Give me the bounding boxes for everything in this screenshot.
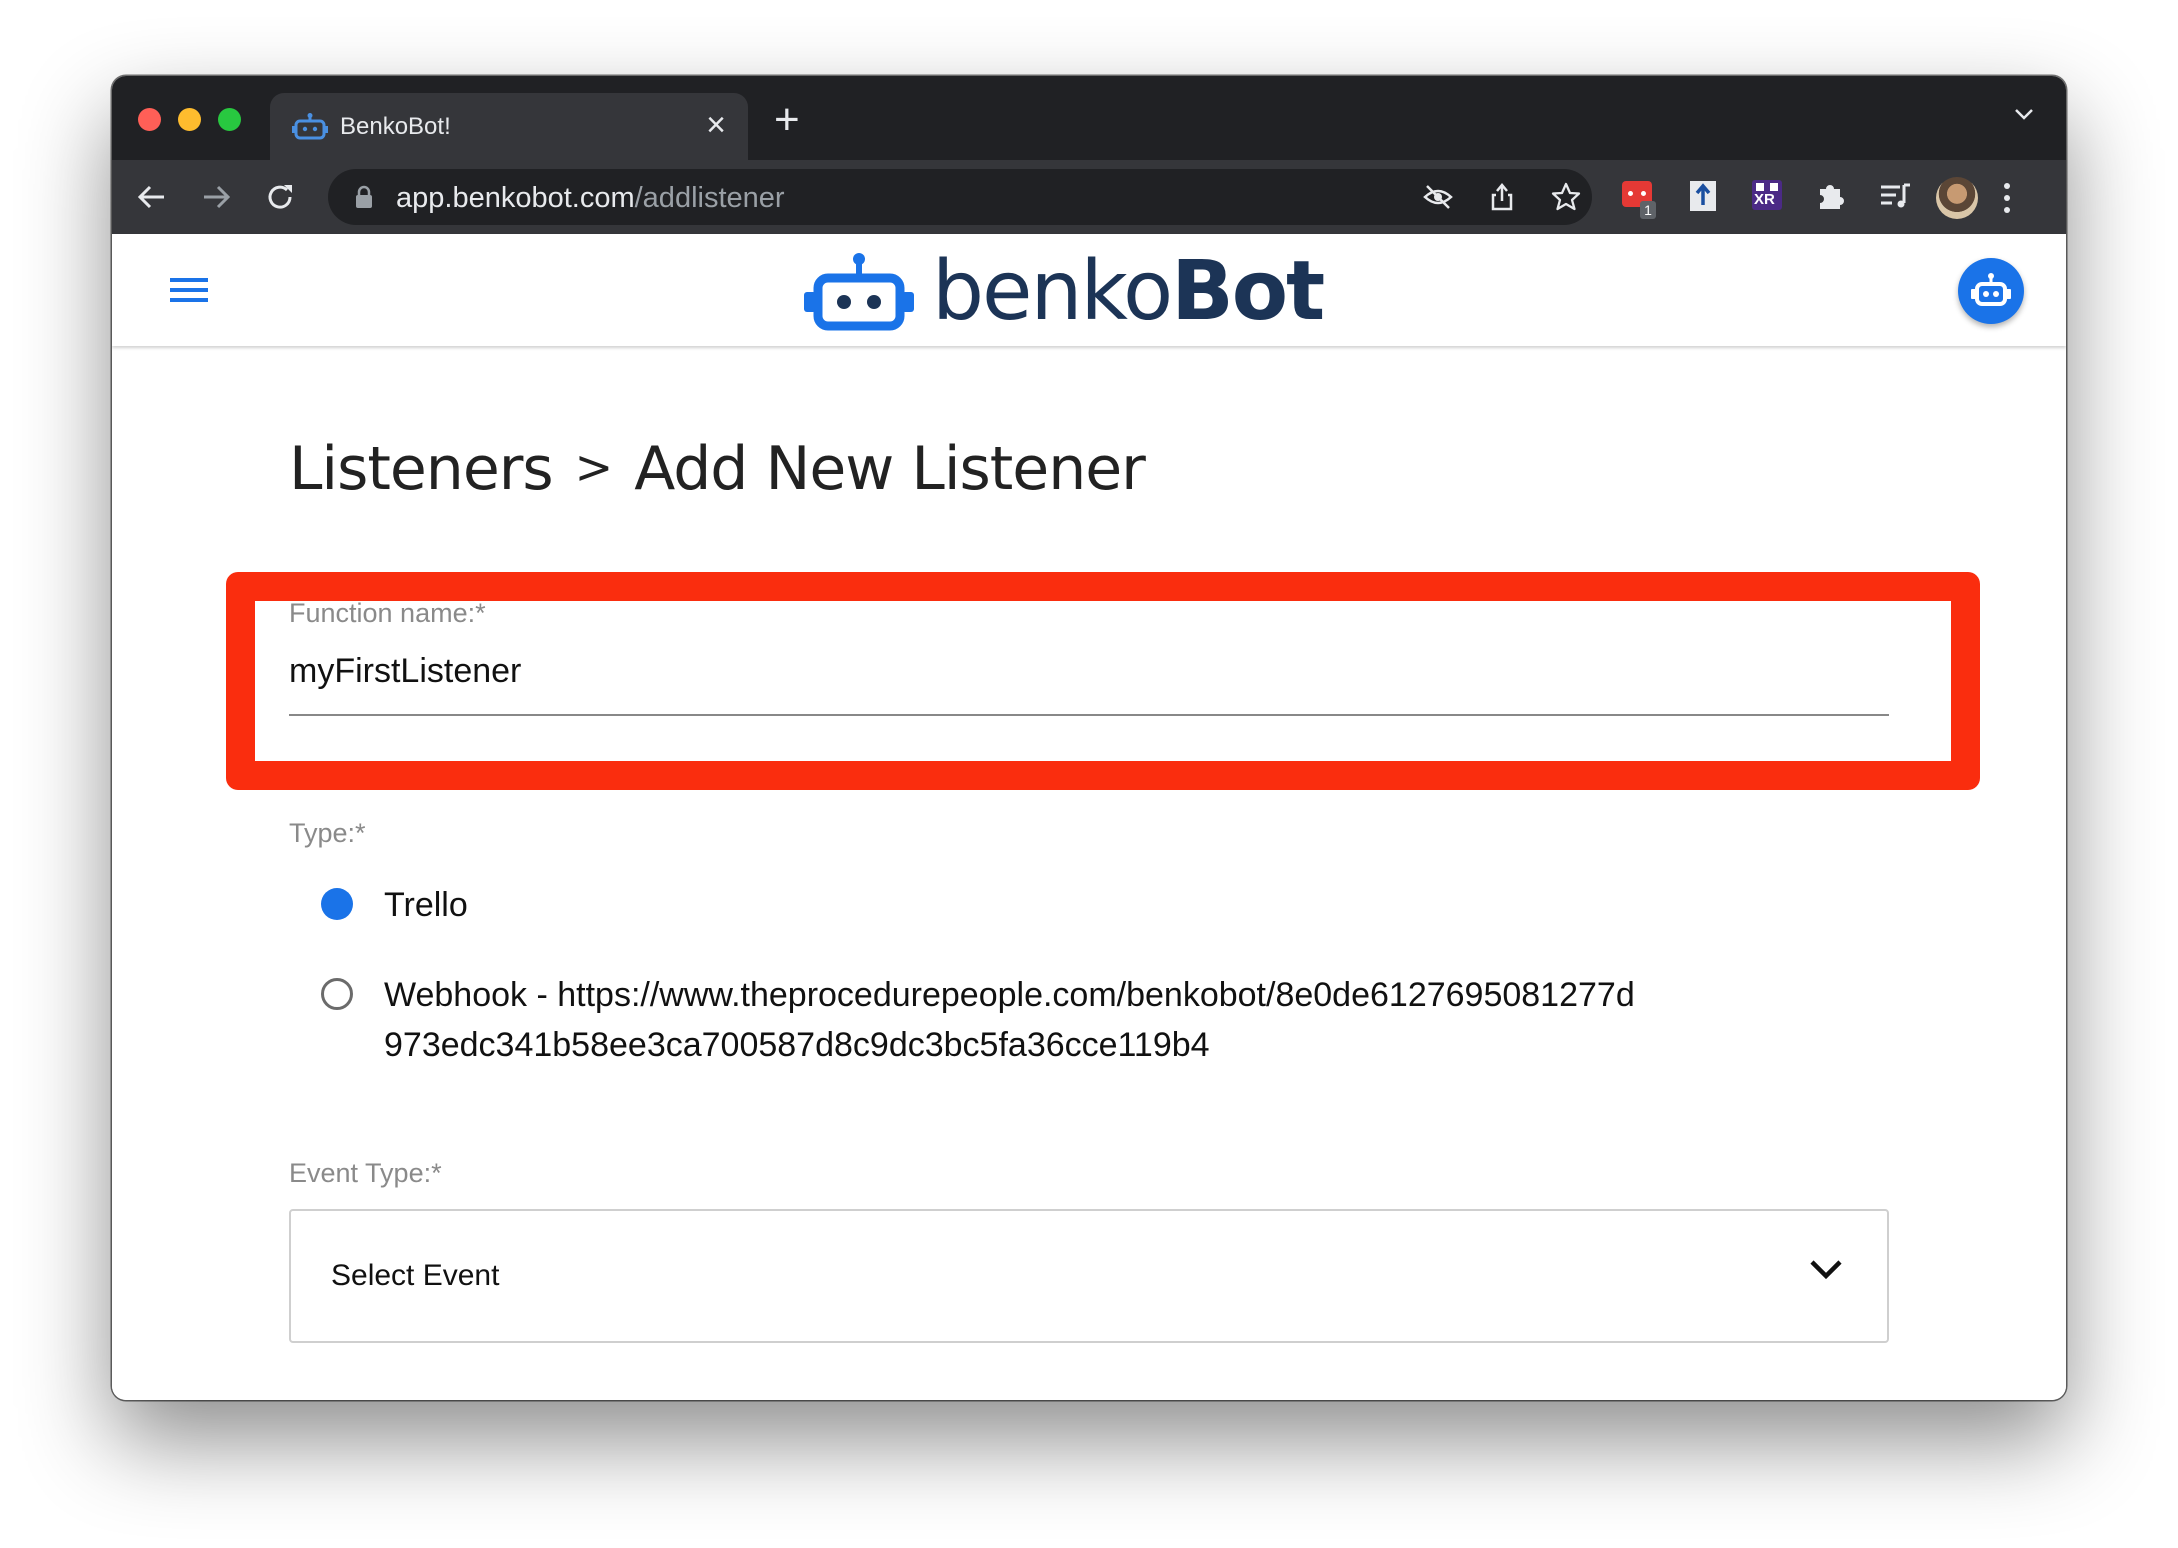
tab-benkobot[interactable]: BenkoBot! × xyxy=(270,93,748,160)
tab-close-icon[interactable]: × xyxy=(706,105,726,145)
type-label: Type:* xyxy=(289,818,366,848)
xr-label: XR xyxy=(1754,191,1775,208)
account-bot-button[interactable] xyxy=(1958,258,2024,324)
function-name-underline xyxy=(289,714,1889,716)
app-header: benkoBot xyxy=(112,234,2066,346)
address-bar[interactable]: app.benkobot.com/addlistener xyxy=(328,169,1592,225)
share-icon[interactable] xyxy=(1486,181,1518,213)
robot-logo-icon xyxy=(804,253,914,331)
radio-trello-label[interactable]: Trello xyxy=(384,880,468,930)
eye-slash-icon[interactable] xyxy=(1422,181,1454,213)
reading-list-icon[interactable] xyxy=(1876,177,1914,215)
robot-icon xyxy=(1971,273,2011,306)
close-window-button[interactable] xyxy=(138,108,161,131)
red-extension-icon[interactable]: 1 xyxy=(1620,177,1658,219)
back-arrow-icon[interactable] xyxy=(132,177,172,217)
minimize-window-button[interactable] xyxy=(178,108,201,131)
benkobot-logo[interactable]: benkoBot xyxy=(804,246,1334,338)
reload-icon[interactable] xyxy=(260,177,300,217)
more-menu-icon[interactable] xyxy=(2002,178,2012,218)
star-bookmark-icon[interactable] xyxy=(1550,181,1582,213)
radio-trello[interactable] xyxy=(321,888,353,920)
chevron-down-icon xyxy=(1810,1260,1842,1280)
new-tab-button[interactable]: + xyxy=(774,98,800,142)
breadcrumb-current: Add New Listener xyxy=(634,434,1146,504)
logo-text-bold: Bot xyxy=(1171,244,1325,339)
upload-extension-icon[interactable] xyxy=(1684,177,1722,215)
xr-extension-icon[interactable]: XR xyxy=(1748,177,1786,215)
lock-icon[interactable] xyxy=(354,185,374,209)
webhook-url-line-2: 973edc341b58ee3ca700587d8c9dc3bc5fa36cce… xyxy=(384,1026,1210,1064)
robot-favicon-icon xyxy=(292,113,328,140)
function-name-label: Function name:* xyxy=(289,598,486,628)
browser-toolbar: app.benkobot.com/addlistener 1 XR xyxy=(112,160,2066,234)
browser-window: BenkoBot! × + app.benkobot.com/addlisten… xyxy=(112,76,2066,1400)
extension-badge: 1 xyxy=(1640,201,1656,219)
url-host: app.benkobot.com xyxy=(396,182,635,214)
function-name-input[interactable]: myFirstListener xyxy=(289,652,521,691)
breadcrumb: Listeners > Add New Listener xyxy=(289,434,1146,504)
webhook-url-line-1: Webhook - https://www.theprocedurepeople… xyxy=(384,976,1635,1014)
event-type-select[interactable]: Select Event xyxy=(289,1209,1889,1343)
event-type-selected-value: Select Event xyxy=(331,1259,500,1292)
puzzle-extensions-icon[interactable] xyxy=(1812,177,1850,215)
url-path: /addlistener xyxy=(634,182,785,214)
profile-avatar[interactable] xyxy=(1936,177,1978,219)
tab-search-chevron-icon[interactable] xyxy=(2012,102,2036,126)
url-text[interactable]: app.benkobot.com/addlistener xyxy=(396,182,785,215)
radio-webhook[interactable] xyxy=(321,978,353,1010)
tab-strip: BenkoBot! × + xyxy=(112,76,2066,160)
forward-arrow-icon[interactable] xyxy=(196,177,236,217)
hamburger-menu-icon[interactable] xyxy=(170,276,208,304)
logo-wordmark: benkoBot xyxy=(932,244,1325,339)
breadcrumb-listeners-link[interactable]: Listeners xyxy=(289,434,554,504)
logo-text-light: benko xyxy=(932,244,1173,339)
event-type-label: Event Type:* xyxy=(289,1158,442,1188)
dots-icon xyxy=(1628,191,1646,201)
page-content: benkoBot Listeners > Add New Listener Func… xyxy=(112,234,2066,1400)
tab-title: BenkoBot! xyxy=(340,113,451,140)
maximize-window-button[interactable] xyxy=(218,108,241,131)
radio-webhook-label[interactable]: Webhook - https://www.theprocedurepeople… xyxy=(384,970,1635,1070)
breadcrumb-separator: > xyxy=(574,440,614,494)
